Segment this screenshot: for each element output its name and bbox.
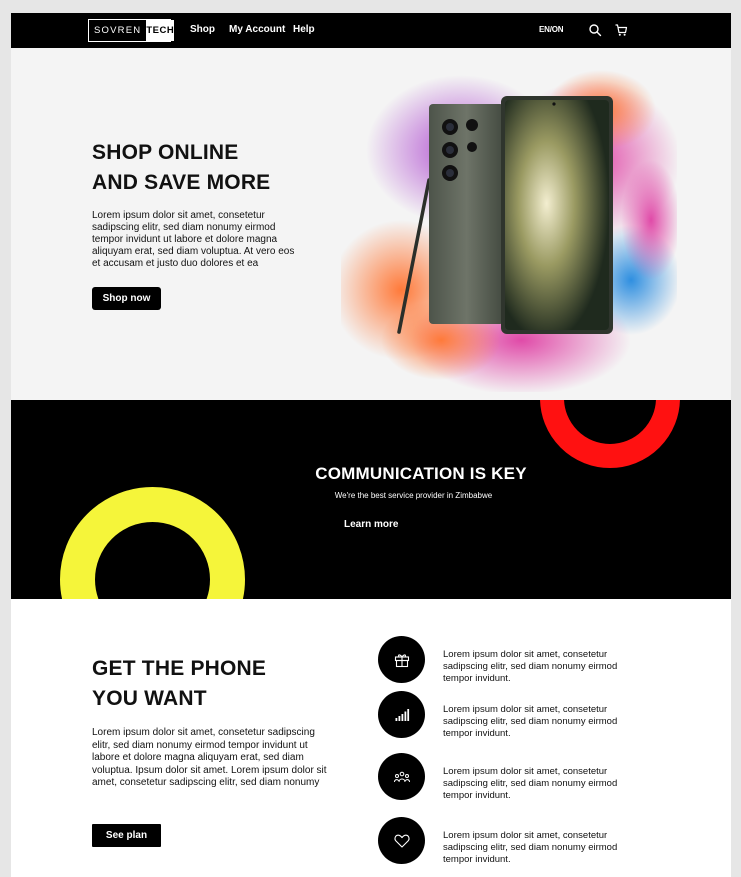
hero-body-text: Lorem ipsum dolor sit amet, consetetur s… bbox=[92, 210, 295, 269]
plans-body-text: Lorem ipsum dolor sit amet, consetetur s… bbox=[92, 727, 327, 788]
feature-icon-circle bbox=[378, 753, 425, 800]
nav-link-my-account[interactable]: My Account bbox=[229, 24, 285, 35]
see-plan-button[interactable]: See plan bbox=[92, 824, 161, 847]
feature-icon-circle bbox=[378, 636, 425, 683]
hero-title-line-1: SHOP ONLINE bbox=[92, 141, 239, 164]
logo-left-text: SOVREN bbox=[89, 20, 147, 41]
cart-icon[interactable] bbox=[614, 23, 628, 37]
red-ring-decoration bbox=[540, 400, 680, 468]
feature-item: Lorem ipsum dolor sit amet, consetetur s… bbox=[378, 691, 678, 739]
phone-product-image bbox=[341, 70, 677, 392]
feature-item: Lorem ipsum dolor sit amet, consetetur s… bbox=[378, 817, 678, 865]
feature-icon-circle bbox=[378, 691, 425, 738]
signal-icon bbox=[395, 708, 409, 721]
search-icon[interactable] bbox=[588, 23, 602, 37]
hero-title-line-2: AND SAVE MORE bbox=[92, 171, 271, 194]
feature-text: Lorem ipsum dolor sit amet, consetetur s… bbox=[443, 830, 618, 865]
top-nav: SOVREN TECH Shop My Account Help EN/ON bbox=[11, 13, 731, 48]
yellow-ring-decoration bbox=[60, 487, 245, 599]
page: SOVREN TECH Shop My Account Help EN/ON S… bbox=[11, 13, 731, 877]
feature-text: Lorem ipsum dolor sit amet, consetetur s… bbox=[443, 766, 618, 801]
plans-title: GET THE PHONE YOU WANT bbox=[92, 654, 266, 714]
plans-title-line-1: GET THE PHONE bbox=[92, 657, 267, 680]
logo-right-text: TECH bbox=[146, 20, 175, 41]
learn-more-link[interactable]: Learn more bbox=[344, 519, 398, 530]
hero-title: SHOP ONLINE AND SAVE MORE bbox=[92, 138, 270, 198]
plans-section: GET THE PHONE YOU WANT Lorem ipsum dolor… bbox=[11, 599, 731, 877]
nav-link-help[interactable]: Help bbox=[293, 24, 315, 35]
heart-icon bbox=[393, 834, 410, 848]
plans-title-line-2: YOU WANT bbox=[92, 687, 207, 710]
feature-item: Lorem ipsum dolor sit amet, consetetur s… bbox=[378, 753, 678, 801]
feature-text: Lorem ipsum dolor sit amet, consetetur s… bbox=[443, 704, 618, 739]
shop-now-button[interactable]: Shop now bbox=[92, 287, 161, 310]
gift-icon bbox=[394, 653, 409, 667]
people-icon bbox=[393, 771, 410, 782]
logo[interactable]: SOVREN TECH bbox=[88, 19, 175, 42]
feature-item: Lorem ipsum dolor sit amet, consetetur s… bbox=[378, 636, 678, 684]
feature-icon-circle bbox=[378, 817, 425, 864]
feature-text: Lorem ipsum dolor sit amet, consetetur s… bbox=[443, 649, 618, 684]
banner-subtitle: We're the best service provider in Zimba… bbox=[334, 491, 493, 500]
communication-banner: COMMUNICATION IS KEY We're the best serv… bbox=[11, 400, 731, 599]
nav-link-shop[interactable]: Shop bbox=[190, 24, 215, 35]
language-switcher[interactable]: EN/ON bbox=[539, 25, 564, 34]
hero-section: SHOP ONLINE AND SAVE MORE Lorem ipsum do… bbox=[11, 48, 731, 400]
banner-title: COMMUNICATION IS KEY bbox=[315, 464, 527, 483]
